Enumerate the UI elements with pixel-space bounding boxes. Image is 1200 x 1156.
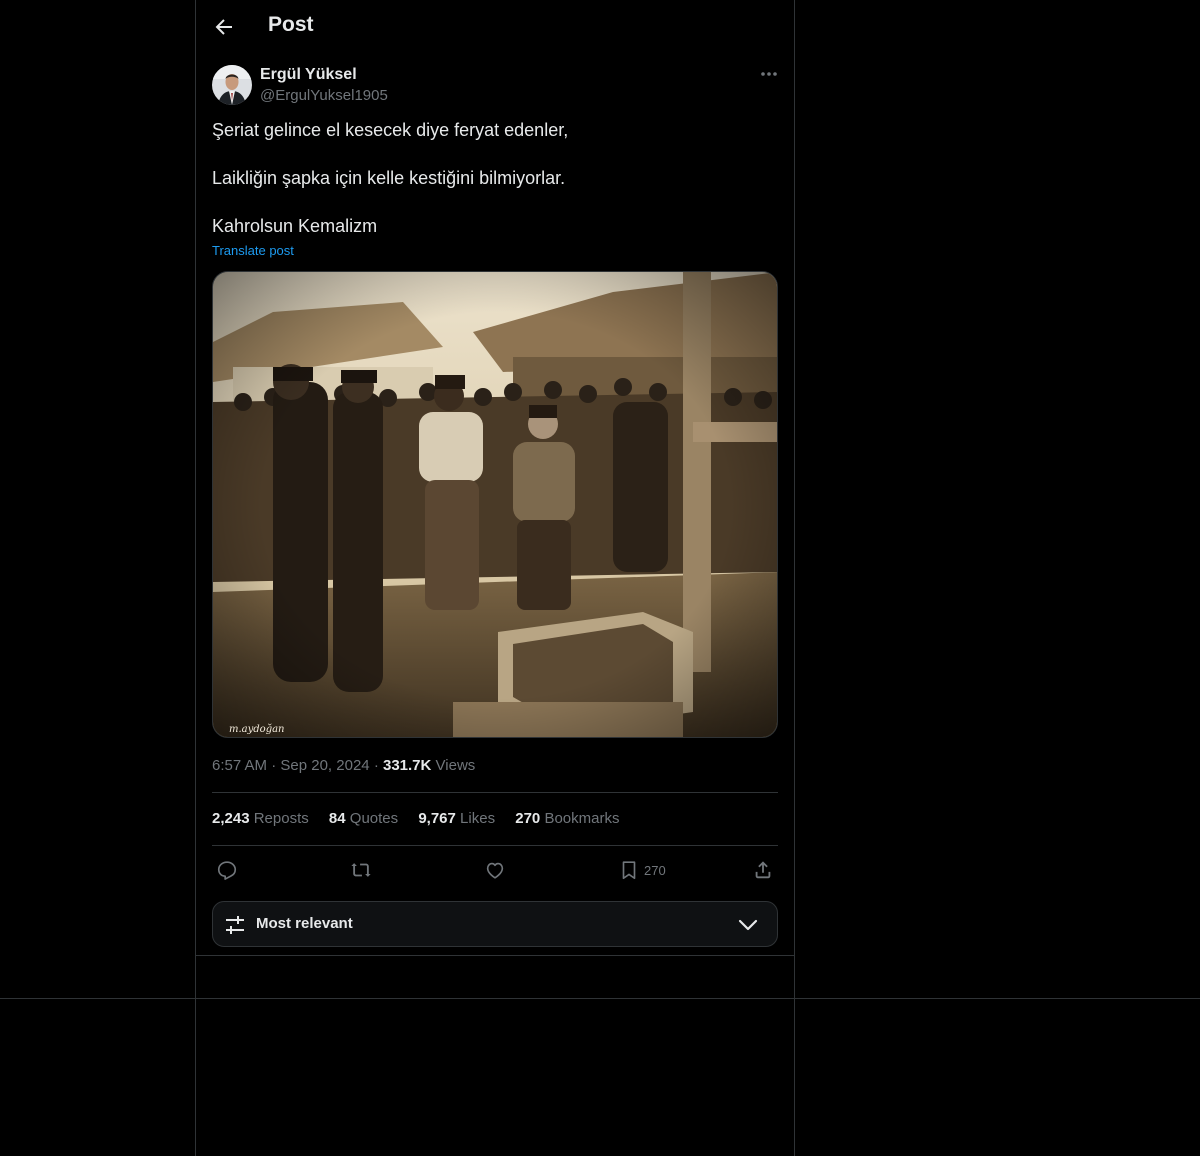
stat-count: 84 <box>328 810 346 827</box>
stat-label: Quotes <box>349 810 399 827</box>
stat-count: 2,243 <box>212 810 250 827</box>
image-watermark: m.aydoğan <box>229 724 285 735</box>
views-label: Views <box>435 757 476 774</box>
stat-label: Reposts <box>253 810 309 827</box>
back-button[interactable] <box>212 15 236 39</box>
heart-icon <box>486 862 504 879</box>
bookmark-count: 270 <box>644 862 666 878</box>
avatar[interactable] <box>212 65 252 105</box>
meta-separator: · <box>373 757 383 774</box>
like-button[interactable] <box>484 856 506 884</box>
post-image[interactable]: m.aydoğan <box>212 271 778 738</box>
post-header: Post <box>196 0 794 54</box>
arrow-left-icon <box>215 19 232 35</box>
author-handle[interactable]: @ErgulYuksel1905 <box>260 87 388 104</box>
stat-count: 9,767 <box>418 810 456 827</box>
post-text-line: Kahrolsun Kemalizm <box>212 216 378 236</box>
translate-post-link[interactable]: Translate post <box>212 243 294 258</box>
quotes-stat[interactable]: 84 Quotes <box>329 810 398 827</box>
page-title: Post <box>268 13 314 36</box>
sort-label: Most relevant <box>256 915 353 932</box>
sliders-icon <box>226 916 244 934</box>
repost-icon <box>351 863 371 877</box>
share-button[interactable] <box>752 856 774 884</box>
post-text-line: Şeriat gelince el kesecek diye feryat ed… <box>212 120 569 140</box>
share-icon <box>755 861 771 879</box>
repost-button[interactable] <box>350 856 372 884</box>
author-name[interactable]: Ergül Yüksel <box>260 66 357 84</box>
post-date[interactable]: Sep 20, 2024 <box>280 757 369 774</box>
reply-sort-dropdown[interactable]: Most relevant <box>212 901 778 947</box>
post-text-line: Laikliğin şapka için kelle kestiğini bil… <box>212 168 566 188</box>
main-column: Post Ergül Yüksel @ErgulYuksel1905 Şeria… <box>195 0 795 1156</box>
stat-label: Likes <box>460 810 496 827</box>
stat-label: Bookmarks <box>544 810 620 827</box>
divider <box>0 998 1200 999</box>
more-options-button[interactable] <box>758 63 780 85</box>
bookmark-button[interactable]: 270 <box>618 856 666 884</box>
divider <box>212 792 778 793</box>
post-timestamp: 6:57 AM · Sep 20, 2024 · 331.7K Views <box>212 757 475 774</box>
reposts-stat[interactable]: 2,243 Reposts <box>212 810 309 827</box>
chevron-down-icon <box>738 919 758 931</box>
meta-separator: · <box>271 757 281 774</box>
divider <box>196 955 794 956</box>
stat-count: 270 <box>515 810 541 827</box>
views-count: 331.7K <box>382 757 432 774</box>
reply-icon <box>217 861 237 880</box>
engagement-stats: 2,243 Reposts 84 Quotes 9,767 Likes 270 … <box>212 810 635 827</box>
bookmarks-stat[interactable]: 270 Bookmarks <box>515 810 619 827</box>
post-time[interactable]: 6:57 AM <box>212 757 267 774</box>
divider <box>212 845 778 846</box>
likes-stat[interactable]: 9,767 Likes <box>418 810 495 827</box>
reply-button[interactable] <box>216 856 238 884</box>
bookmark-icon <box>622 861 636 880</box>
more-horizontal-icon <box>761 72 777 76</box>
